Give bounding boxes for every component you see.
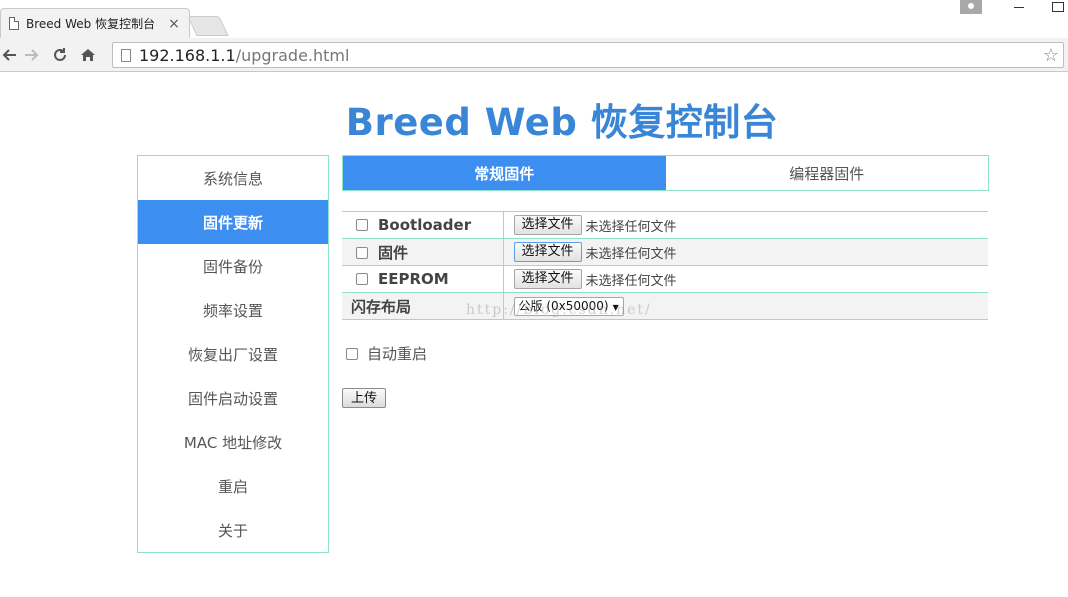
table-row: 闪存布局 公版 (0x50000) ▼ [342, 292, 988, 320]
eeprom-choose-file-button[interactable]: 选择文件 [513, 269, 582, 289]
bootloader-choose-file-button[interactable]: 选择文件 [513, 215, 582, 235]
firmware-label: 固件 [378, 243, 409, 262]
sidebar-item-firmware-update[interactable]: 固件更新 [138, 200, 328, 244]
forward-arrow-icon[interactable] [18, 41, 46, 69]
eeprom-label: EEPROM [378, 270, 449, 288]
dropdown-arrow-icon: ▼ [612, 302, 619, 312]
sidebar-item-firmware-backup[interactable]: 固件备份 [138, 244, 328, 288]
bootloader-file-status: 未选择任何文件 [585, 219, 677, 235]
tab-strip: Breed Web 恢复控制台 × [0, 0, 1068, 38]
tab-programmer-firmware[interactable]: 编程器固件 [666, 156, 989, 190]
firmware-tabs: 常规固件 编程器固件 [342, 155, 989, 191]
sidebar-item-boot-settings[interactable]: 固件启动设置 [138, 376, 328, 420]
reload-icon[interactable] [46, 41, 74, 69]
bootloader-checkbox[interactable] [356, 219, 368, 231]
page-icon [9, 17, 19, 30]
minimize-icon[interactable] [1012, 0, 1028, 12]
upload-button[interactable]: 上传 [342, 388, 387, 408]
eeprom-file-status: 未选择任何文件 [585, 273, 677, 289]
new-tab-button[interactable] [187, 16, 229, 36]
sidebar-item-factory-reset[interactable]: 恢复出厂设置 [138, 332, 328, 376]
firmware-checkbox[interactable] [356, 246, 368, 259]
page-title: Breed Web 恢复控制台 [345, 101, 779, 144]
auto-reboot-option[interactable]: 自动重启 [346, 343, 427, 364]
address-bar[interactable]: 192.168.1.1/upgrade.html ☆ [112, 42, 1064, 68]
sidebar-item-mac-address[interactable]: MAC 地址修改 [138, 420, 328, 464]
home-icon[interactable] [74, 41, 102, 69]
window-controls [960, 0, 1068, 20]
upgrade-form: Bootloader 选择文件 未选择任何文件 固件 选择文件 未选择任何文件 EE… [342, 211, 988, 320]
auto-reboot-checkbox[interactable] [346, 347, 358, 360]
eeprom-checkbox[interactable] [356, 273, 368, 285]
flash-layout-label: 闪存布局 [342, 292, 504, 320]
sidebar-item-about[interactable]: 关于 [138, 508, 328, 552]
close-tab-icon[interactable]: × [165, 16, 183, 32]
browser-toolbar: 192.168.1.1/upgrade.html ☆ [0, 38, 1068, 72]
browser-tab[interactable]: Breed Web 恢复控制台 × [0, 8, 190, 38]
bootloader-label: Bootloader [378, 216, 472, 234]
sidebar: 系统信息 固件更新 固件备份 频率设置 恢复出厂设置 固件启动设置 MAC 地址… [137, 155, 329, 553]
star-icon[interactable]: ☆ [1043, 45, 1059, 66]
auto-reboot-label: 自动重启 [367, 345, 428, 363]
tab-regular-firmware[interactable]: 常规固件 [343, 156, 666, 190]
table-row: 固件 选择文件 未选择任何文件 [342, 238, 988, 266]
tab-title: Breed Web 恢复控制台 [26, 17, 156, 31]
sidebar-item-frequency[interactable]: 频率设置 [138, 288, 328, 332]
firmware-file-status: 未选择任何文件 [585, 246, 677, 262]
maximize-icon[interactable] [1052, 2, 1064, 12]
table-row: EEPROM 选择文件 未选择任何文件 [342, 265, 988, 293]
page-icon [121, 48, 131, 62]
back-arrow-icon[interactable] [0, 41, 18, 69]
flash-layout-select[interactable]: 公版 (0x50000) ▼ [513, 296, 624, 316]
sidebar-item-system-info[interactable]: 系统信息 [138, 156, 328, 200]
table-row: Bootloader 选择文件 未选择任何文件 [342, 211, 988, 239]
firmware-choose-file-button[interactable]: 选择文件 [513, 242, 582, 262]
sidebar-item-reboot[interactable]: 重启 [138, 464, 328, 508]
url-text[interactable]: 192.168.1.1/upgrade.html [139, 46, 1043, 65]
user-icon[interactable] [960, 0, 982, 14]
